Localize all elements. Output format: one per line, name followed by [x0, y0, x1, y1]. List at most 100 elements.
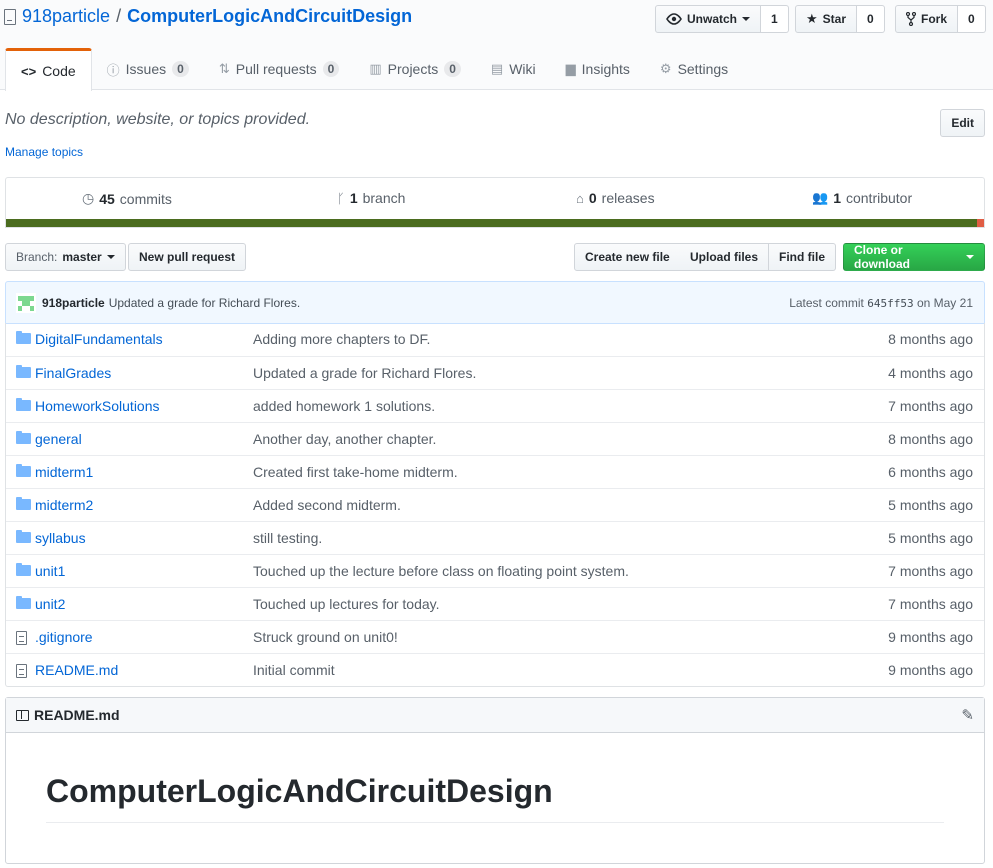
language-segment-primary [6, 219, 977, 227]
gear-icon: ⚙ [659, 61, 672, 76]
upload-files-button[interactable]: Upload files [680, 243, 770, 271]
tab-wiki[interactable]: ▤ Wiki [476, 48, 551, 90]
branches-link[interactable]: ᚴ 1 branch [337, 190, 405, 206]
releases-label: releases [601, 190, 655, 206]
clone-or-download-button[interactable]: Clone or download [843, 243, 985, 271]
commit-message-link[interactable]: Another day, another chapter. [253, 431, 436, 447]
latest-commit-bar: 918particle Updated a grade for Richard … [5, 281, 985, 324]
language-segment-secondary [977, 219, 984, 227]
star-label: Star [822, 12, 846, 26]
contributors-link[interactable]: 👥 1 contributor [812, 190, 912, 206]
watch-group: Unwatch 1 [655, 5, 789, 33]
tab-settings[interactable]: ⚙ Settings [645, 48, 743, 90]
tab-projects[interactable]: ▥ Projects 0 [354, 48, 476, 90]
language-bar[interactable] [6, 219, 984, 227]
latest-commit-label: Latest commit [789, 295, 864, 310]
file-name-link[interactable]: README.md [35, 662, 118, 678]
fork-button[interactable]: Fork [895, 5, 959, 33]
manage-topics-link[interactable]: Manage topics [5, 145, 83, 159]
folder-icon [16, 563, 31, 576]
tab-issues[interactable]: ⓘ Issues 0 [92, 48, 204, 90]
forks-count[interactable]: 0 [958, 5, 986, 33]
folder-icon [16, 596, 31, 609]
commit-age: 7 months ago [888, 563, 973, 579]
folder-icon [16, 398, 31, 411]
commit-message-link[interactable]: Struck ground on unit0! [253, 629, 398, 645]
file-icon [16, 664, 27, 678]
people-icon: 👥 [812, 190, 829, 205]
watchers-count[interactable]: 1 [761, 5, 789, 33]
commit-message-link[interactable]: Initial commit [253, 662, 335, 678]
releases-link[interactable]: ⌂ 0 releases [576, 190, 655, 206]
commit-age: 4 months ago [888, 365, 973, 381]
table-row: DigitalFundamentals Adding more chapters … [6, 323, 984, 356]
repo-title: 918particle / ComputerLogicAndCircuitDes… [4, 6, 412, 27]
file-name-link[interactable]: FinalGrades [35, 365, 111, 381]
repo-name-link[interactable]: ComputerLogicAndCircuitDesign [127, 6, 412, 27]
edit-description-button[interactable]: Edit [940, 109, 985, 137]
file-name-link[interactable]: HomeworkSolutions [35, 398, 160, 414]
branch-icon: ᚴ [337, 190, 345, 206]
table-row: unit2 Touched up lectures for today. 7 mon… [6, 587, 984, 620]
commit-message-link[interactable]: Updated a grade for Richard Flores. [253, 365, 476, 381]
file-name-link[interactable]: syllabus [35, 530, 86, 546]
readme-box: README.md ✎ ComputerLogicAndCircuitDesig… [5, 697, 985, 864]
star-button[interactable]: ★ Star [795, 5, 857, 33]
table-row: FinalGrades Updated a grade for Richard F… [6, 356, 984, 389]
clone-label: Clone or download [854, 243, 910, 271]
pencil-icon[interactable]: ✎ [961, 706, 974, 724]
find-file-button[interactable]: Find file [769, 243, 836, 271]
repo-nav-tabs: <> Code ⓘ Issues 0 ⇅ Pull requests 0 ▥ P… [5, 48, 743, 91]
star-group: ★ Star 0 [795, 5, 885, 33]
commit-message-link[interactable]: Touched up the lecture before class on f… [253, 563, 629, 579]
repo-owner-link[interactable]: 918particle [22, 6, 110, 27]
file-name-link[interactable]: DigitalFundamentals [35, 331, 163, 347]
commit-message-link[interactable]: Created first take-home midterm. [253, 464, 458, 480]
folder-icon [16, 331, 31, 344]
book-icon [16, 709, 29, 721]
table-row: .gitignore Struck ground on unit0! 9 month… [6, 620, 984, 653]
tab-code[interactable]: <> Code [5, 48, 92, 91]
stargazers-count[interactable]: 0 [857, 5, 885, 33]
eye-icon [666, 13, 682, 25]
commit-message-link[interactable]: Added second midterm. [253, 497, 401, 513]
file-name-link[interactable]: unit1 [35, 563, 65, 579]
file-name-link[interactable]: unit2 [35, 596, 65, 612]
unwatch-button[interactable]: Unwatch [655, 5, 762, 33]
avatar[interactable] [16, 292, 36, 313]
new-pull-request-button[interactable]: New pull request [128, 243, 247, 271]
tab-label: Insights [581, 61, 630, 77]
file-name-link[interactable]: general [35, 431, 82, 447]
repo-header: 918particle / ComputerLogicAndCircuitDes… [0, 0, 993, 91]
tag-icon: ⌂ [576, 190, 584, 206]
commit-sha-link[interactable]: 645ff53 [867, 297, 913, 310]
tab-label: Wiki [509, 61, 536, 77]
file-name-link[interactable]: midterm1 [35, 464, 93, 480]
history-icon: ◷ [82, 190, 95, 206]
file-name-link[interactable]: .gitignore [35, 629, 93, 645]
create-new-file-button[interactable]: Create new file [574, 243, 681, 271]
tab-insights[interactable]: ▆ Insights [551, 48, 645, 90]
commit-author-link[interactable]: 918particle [42, 296, 105, 310]
issues-counter: 0 [172, 61, 189, 77]
fork-group: Fork 0 [895, 5, 986, 33]
folder-icon [16, 365, 31, 378]
commit-age: 9 months ago [888, 629, 973, 645]
commit-message-link[interactable]: Updated a grade for Richard Flores. [109, 296, 300, 310]
commit-meta: Latest commit 645ff53 on May 21 [789, 296, 973, 310]
tab-pull-requests[interactable]: ⇅ Pull requests 0 [204, 48, 355, 90]
file-name-link[interactable]: midterm2 [35, 497, 93, 513]
branch-label: branch [362, 190, 406, 206]
commit-message-link[interactable]: Adding more chapters to DF. [253, 331, 430, 347]
contributor-count: 1 [833, 190, 841, 206]
branch-prefix: Branch: [16, 250, 58, 264]
project-icon: ▥ [369, 61, 382, 76]
branch-select-button[interactable]: Branch: master [5, 243, 126, 271]
commit-message-link[interactable]: added homework 1 solutions. [253, 398, 435, 414]
folder-icon [16, 530, 31, 543]
repo-description: No description, website, or topics provi… [5, 111, 311, 128]
commits-link[interactable]: ◷ 45 commits [82, 190, 172, 207]
commit-message-link[interactable]: still testing. [253, 530, 322, 546]
commit-message-link[interactable]: Touched up lectures for today. [253, 596, 440, 612]
commit-age: 5 months ago [888, 530, 973, 546]
